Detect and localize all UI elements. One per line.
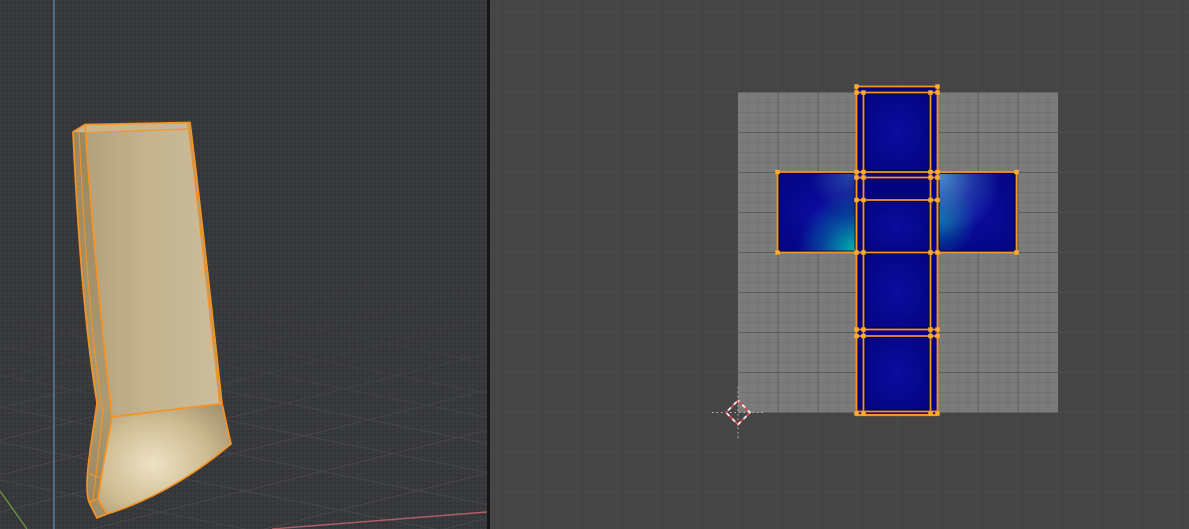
axis-y-line [0, 490, 28, 529]
uv-island-right-face[interactable] [937, 172, 1017, 253]
slab-base-face [98, 403, 231, 514]
uv-editor[interactable] [490, 0, 1189, 529]
slab-mesh-object[interactable] [72, 121, 232, 519]
floor-grid [0, 227, 487, 529]
uv-island-column[interactable] [856, 86, 938, 416]
uv-island-left-face[interactable] [777, 172, 857, 253]
viewport-3d[interactable] [0, 0, 487, 529]
blender-workspace [0, 0, 1189, 529]
